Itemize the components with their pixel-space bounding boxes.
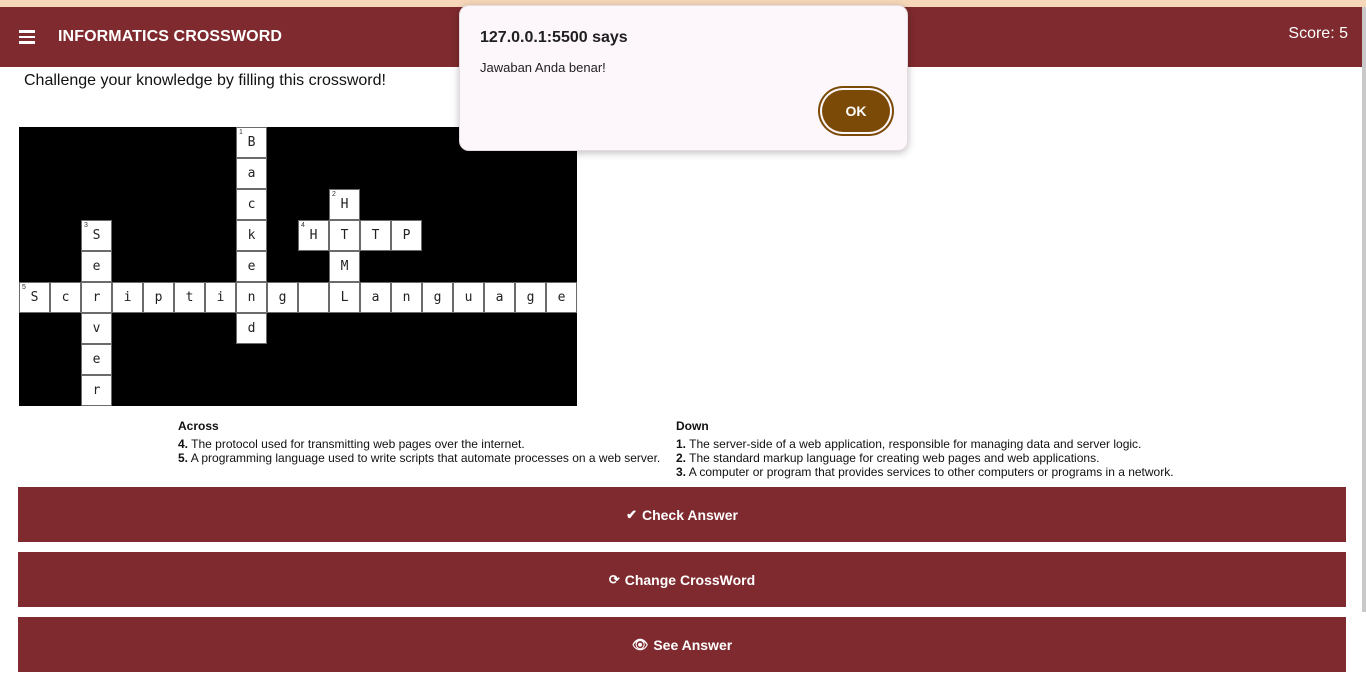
crossword-cell[interactable]: H4 [298, 220, 329, 251]
ok-button[interactable]: OK [822, 90, 890, 132]
change-crossword-button[interactable]: ⟳ Change CrossWord [18, 552, 1346, 607]
clue-number: 5 [22, 284, 26, 291]
across-clues: Across 4. The protocol used for transmit… [178, 419, 660, 465]
crossword-cell[interactable]: r [81, 282, 112, 313]
refresh-icon: ⟳ [608, 571, 620, 587]
crossword-cell[interactable]: T [360, 220, 391, 251]
crossword-cell[interactable]: c [50, 282, 81, 313]
crossword-cell[interactable]: p [143, 282, 174, 313]
crossword-cell[interactable]: g [515, 282, 546, 313]
crossword-cell[interactable]: g [422, 282, 453, 313]
crossword-cell[interactable]: e [81, 251, 112, 282]
clue-number: 4 [301, 222, 305, 229]
crossword-cell[interactable]: P [391, 220, 422, 251]
crossword-cell[interactable]: g [267, 282, 298, 313]
crossword-cell[interactable]: c [236, 189, 267, 220]
see-answer-button[interactable]: 👁 See Answer [18, 617, 1346, 672]
app-title: INFORMATICS CROSSWORD [58, 28, 283, 45]
crossword-cell[interactable]: L [329, 282, 360, 313]
down-heading: Down [676, 419, 709, 433]
dialog-title: 127.0.0.1:5500 says [480, 29, 628, 46]
crossword-cell[interactable]: i [205, 282, 236, 313]
crossword-cell[interactable]: u [453, 282, 484, 313]
crossword-cell[interactable]: T [329, 220, 360, 251]
alert-dialog: 127.0.0.1:5500 says Jawaban Anda benar! … [459, 5, 908, 151]
clue-across-4: 4. The protocol used for transmitting we… [178, 437, 525, 451]
down-clues: Down 1. The server-side of a web applica… [676, 419, 1174, 479]
crossword-cell[interactable]: e [81, 344, 112, 375]
check-answer-button[interactable]: ✔ Check Answer [18, 487, 1346, 542]
crossword-cell[interactable]: v [81, 313, 112, 344]
crossword-cell[interactable]: k [236, 220, 267, 251]
crossword-cell[interactable]: a [360, 282, 391, 313]
dialog-message: Jawaban Anda benar! [480, 60, 606, 75]
clue-across-5: 5. A programming language used to write … [178, 451, 661, 465]
clue-down-2: 2. The standard markup language for crea… [676, 451, 1100, 465]
crossword-cell[interactable]: d [236, 313, 267, 344]
scrollbar[interactable] [1362, 7, 1366, 612]
crossword-cell[interactable]: M [329, 251, 360, 282]
crossword-cell[interactable]: a [236, 158, 267, 189]
crossword-cell[interactable]: e [236, 251, 267, 282]
crossword-cell[interactable]: i [112, 282, 143, 313]
crossword-cell[interactable]: n [391, 282, 422, 313]
clue-number: 2 [332, 191, 336, 198]
crossword-cell[interactable]: n [236, 282, 267, 313]
clue-number: 3 [84, 222, 88, 229]
page-subtitle: Challenge your knowledge by filling this… [24, 72, 386, 89]
crossword-cell[interactable]: S5 [19, 282, 50, 313]
crossword-cell[interactable]: r [81, 375, 112, 406]
clue-down-1: 1. The server-side of a web application,… [676, 437, 1142, 451]
check-icon: ✔ [626, 506, 637, 522]
hamburger-menu-icon[interactable] [19, 30, 35, 44]
clue-down-3: 3. A computer or program that provides s… [676, 465, 1174, 479]
eye-icon: 👁 [631, 636, 649, 652]
across-heading: Across [178, 419, 219, 433]
clue-number: 1 [239, 129, 243, 136]
score-display: Score: 5 [1288, 25, 1348, 42]
crossword-grid: B1acH2S3kH4TTPeeMS5criptingLanguagevder [19, 127, 577, 406]
crossword-cell[interactable]: S3 [81, 220, 112, 251]
crossword-cell[interactable] [298, 282, 329, 313]
crossword-cell[interactable]: e [546, 282, 577, 313]
crossword-cell[interactable]: B1 [236, 127, 267, 158]
crossword-cell[interactable]: H2 [329, 189, 360, 220]
crossword-cell[interactable]: a [484, 282, 515, 313]
crossword-cell[interactable]: t [174, 282, 205, 313]
